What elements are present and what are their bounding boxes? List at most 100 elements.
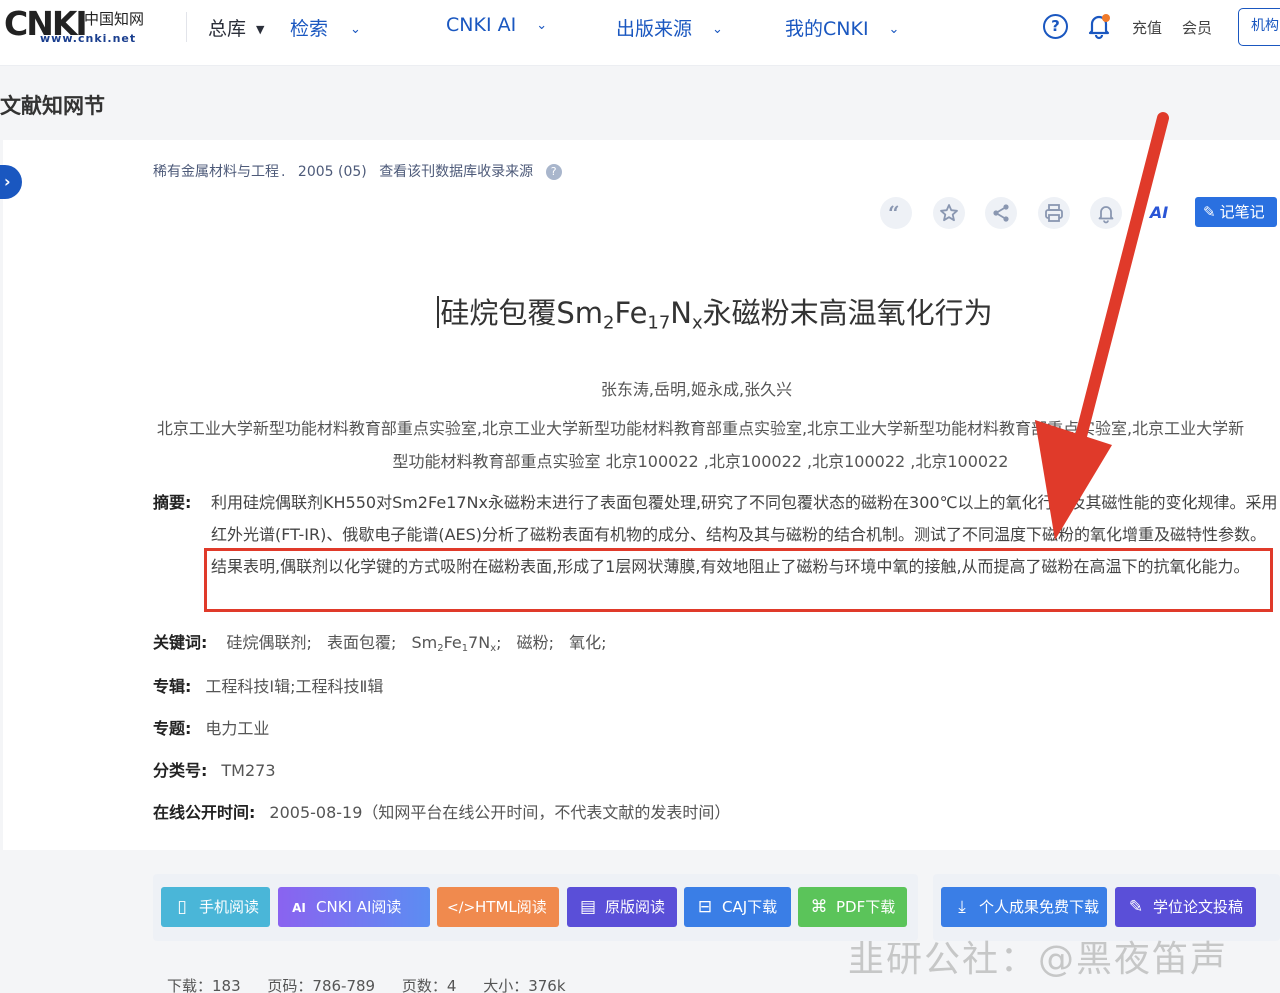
- ai-read-icon: AI: [292, 901, 306, 915]
- title-subscript: 17: [647, 312, 671, 334]
- nav-item-search[interactable]: 检索 ⌄: [290, 14, 361, 41]
- pdf-icon: ⌘: [810, 897, 828, 917]
- nav-item-cnki-ai[interactable]: CNKI AI ⌄: [446, 14, 547, 36]
- title-subscript: 2: [603, 312, 615, 334]
- thesis-submit-button[interactable]: ✎ 学位论文投稿: [1115, 887, 1256, 927]
- nav-item-zongku[interactable]: 总库 ▼: [208, 14, 264, 41]
- caj-download-button[interactable]: ⊟ CAJ下载: [684, 887, 791, 927]
- edit-icon: ✎: [1128, 897, 1144, 917]
- series-row: 专辑: 工程科技Ⅰ辑;工程科技Ⅱ辑: [153, 673, 383, 697]
- page-title: 文献知网节: [0, 94, 105, 118]
- chevron-down-icon: ⌄: [712, 22, 723, 37]
- keyword-link[interactable]: 硅烷偶联剂;: [227, 633, 312, 652]
- file-size: 大小：376k: [483, 977, 566, 993]
- keyword-link[interactable]: 氧化;: [569, 633, 606, 652]
- abstract-label: 摘要:: [153, 493, 192, 512]
- member-link[interactable]: 会员: [1182, 17, 1212, 38]
- nav-item-label: 检索: [290, 18, 329, 40]
- keyword-link[interactable]: 表面包覆;: [327, 633, 396, 652]
- annotation-highlight-box: [204, 548, 1273, 612]
- html-read-button[interactable]: </>HTML阅读: [437, 887, 559, 927]
- take-notes-button[interactable]: ✎ 记笔记: [1195, 197, 1277, 227]
- nav-item-label: CNKI AI: [446, 14, 517, 36]
- title-part: 永磁粉末高温氧化行为: [702, 296, 993, 330]
- personal-download-button[interactable]: ⤓ 个人成果免费下载: [941, 887, 1107, 927]
- nav-item-label: 出版来源: [616, 18, 693, 40]
- keyword-part: 7N: [468, 633, 491, 652]
- page-count: 页数：4: [401, 977, 457, 993]
- pdf-download-button[interactable]: ⌘ PDF下载: [798, 887, 907, 927]
- notification-icon[interactable]: [1090, 197, 1122, 229]
- question-icon[interactable]: ?: [545, 164, 562, 180]
- share-icon[interactable]: [985, 197, 1017, 229]
- watermark-text: 韭研公社：@黑夜笛声: [848, 939, 1229, 980]
- book-icon: ⊟: [697, 897, 713, 917]
- ai-icon[interactable]: AI: [1143, 197, 1175, 229]
- mobile-read-label: 手机阅读: [199, 898, 260, 916]
- ai-read-label: CNKI AI阅读: [316, 898, 402, 916]
- database-source-link[interactable]: 查看该刊数据库收录来源: [379, 164, 533, 180]
- topic-row: 专题: 电力工业: [153, 715, 269, 739]
- quote-icon[interactable]: “: [880, 197, 912, 229]
- thesis-submit-label: 学位论文投稿: [1153, 898, 1244, 916]
- download-icon: ⤓: [958, 897, 966, 917]
- keyword-part: ;: [496, 633, 502, 652]
- classification-label: 分类号:: [153, 761, 208, 780]
- topic-label: 专题:: [153, 719, 192, 738]
- nav-item-label: 我的CNKI: [785, 18, 869, 40]
- series-value: 工程科技Ⅰ辑;工程科技Ⅱ辑: [205, 677, 384, 696]
- svg-text:“: “: [888, 201, 900, 225]
- original-read-button[interactable]: ▤ 原版阅读: [567, 887, 677, 927]
- recharge-link[interactable]: 充值: [1132, 17, 1162, 38]
- book-open-icon: ▤: [579, 897, 597, 917]
- online-date-value: 2005-08-19（知网平台在线公开时间，不代表文献的发表时间）: [269, 803, 731, 822]
- institution-button[interactable]: 机构: [1238, 8, 1280, 46]
- original-read-label: 原版阅读: [605, 898, 666, 916]
- topic-value: 电力工业: [205, 719, 270, 738]
- mobile-read-button[interactable]: ▯ 手机阅读: [161, 887, 270, 927]
- ai-read-button[interactable]: AI CNKI AI阅读: [278, 887, 430, 927]
- top-navigation-bar: CNKI 中国知网 www.cnki.net 总库 ▼ 检索 ⌄ CNKI AI ⌄ …: [0, 0, 1280, 66]
- chevron-down-icon: ⌄: [536, 18, 548, 33]
- help-icon[interactable]: ?: [1043, 14, 1068, 39]
- personal-download-label: 个人成果免费下载: [979, 898, 1100, 916]
- caj-download-label: CAJ下载: [722, 898, 778, 916]
- keyword-link[interactable]: 磁粉;: [517, 633, 554, 652]
- title-subscript: x: [691, 312, 703, 334]
- authors[interactable]: 张东涛,岳明,姬永成,张久兴: [0, 376, 1280, 400]
- classification-row: 分类号: TM273: [153, 757, 276, 781]
- nav-item-label: 总库: [208, 18, 247, 40]
- source-dot: .: [281, 164, 286, 180]
- phone-icon: ▯: [177, 897, 187, 917]
- pencil-icon: ✎: [1203, 203, 1216, 221]
- title-part: N: [670, 296, 692, 330]
- keywords-label: 关键词:: [153, 633, 208, 652]
- nav-item-my-cnki[interactable]: 我的CNKI ⌄: [785, 14, 899, 41]
- bell-icon[interactable]: [1086, 12, 1112, 40]
- issue-link[interactable]: 2005 (05): [298, 164, 367, 180]
- star-icon[interactable]: [933, 197, 965, 229]
- take-notes-label: 记笔记: [1219, 203, 1265, 221]
- article-stats: 下载：183 页码：786-789 页数：4 大小：376k: [167, 975, 588, 993]
- keyword-part: Sm: [411, 633, 438, 652]
- series-label: 专辑:: [153, 677, 192, 696]
- cnki-logo[interactable]: CNKI 中国知网 www.cnki.net: [4, 4, 162, 48]
- keyword-link[interactable]: Sm2Fe17Nx;: [411, 633, 502, 654]
- source-line: 稀有金属材料与工程. 2005 (05) 查看该刊数据库收录来源 ?: [153, 161, 570, 181]
- page-range: 页码：786-789: [267, 977, 376, 993]
- online-date-row: 在线公开时间: 2005-08-19（知网平台在线公开时间，不代表文献的发表时间）: [153, 799, 730, 823]
- download-count: 下载：183: [167, 977, 241, 993]
- logo-url-text: www.cnki.net: [40, 32, 137, 45]
- affiliations[interactable]: 北京工业大学新型功能材料教育部重点实验室,北京工业大学新型功能材料教育部重点实验…: [153, 412, 1248, 478]
- nav-item-publication-source[interactable]: 出版来源 ⌄: [616, 14, 723, 41]
- print-icon[interactable]: [1038, 197, 1070, 229]
- title-part: Fe: [614, 296, 648, 330]
- title-part: 硅烷包覆Sm: [440, 296, 604, 330]
- pdf-download-label: PDF下载: [836, 898, 896, 916]
- journal-link[interactable]: 稀有金属材料与工程: [153, 164, 279, 180]
- caret-down-icon: ▼: [256, 23, 265, 36]
- classification-value: TM273: [221, 761, 276, 780]
- chevron-down-icon: ⌄: [888, 22, 900, 37]
- logo-chinese-text: 中国知网: [84, 10, 145, 28]
- nav-divider: [186, 12, 187, 42]
